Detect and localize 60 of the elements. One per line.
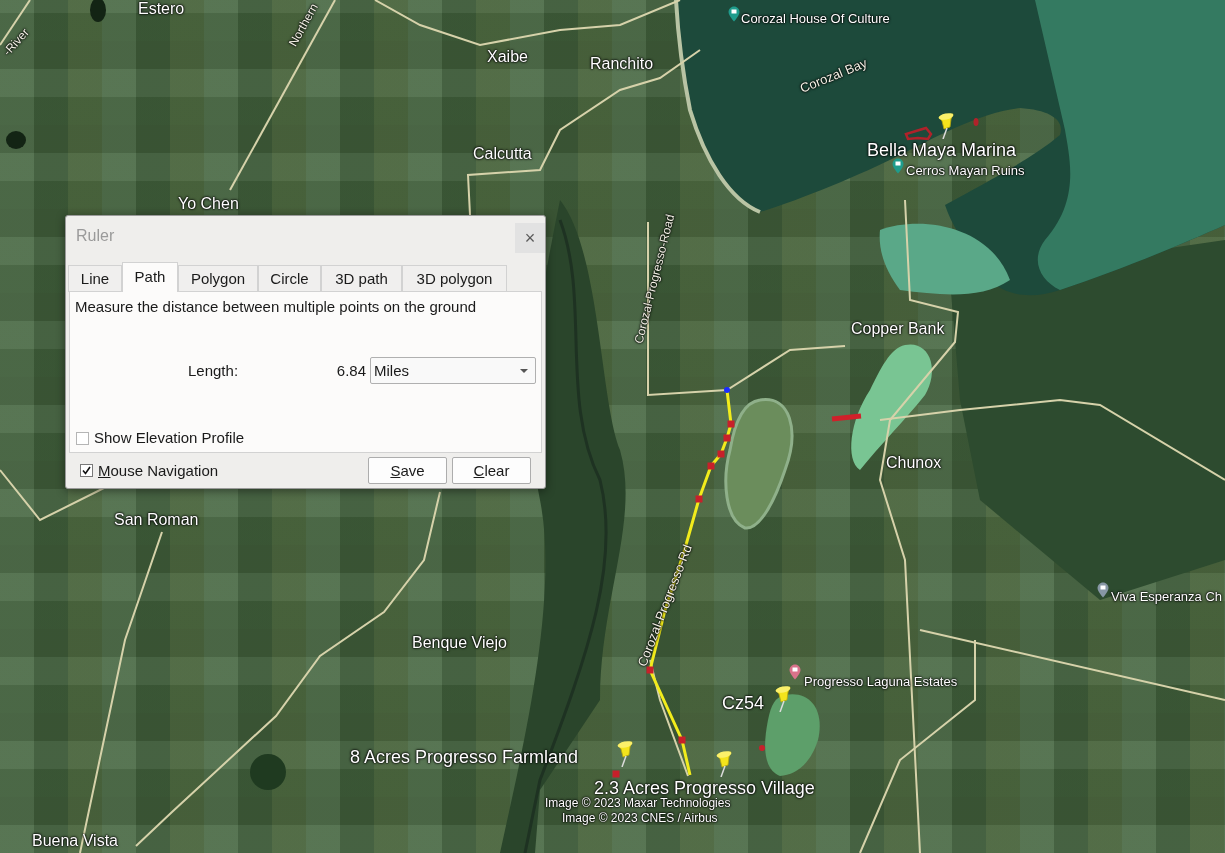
tab[interactable]: Polygon <box>178 265 258 292</box>
pushpin-icon <box>714 751 734 777</box>
pond <box>90 0 106 22</box>
caret-icon <box>520 368 528 373</box>
path-point-icon <box>717 450 725 458</box>
place-label: Yo Chen <box>178 196 239 212</box>
tab[interactable]: 3D polygon <box>402 265 507 292</box>
description-text: Measure the distance between multiple points on the ground <box>75 298 478 316</box>
path-point-icon <box>612 770 620 778</box>
imagery-credit: Image © 2023 CNES / Airbus <box>562 812 718 824</box>
placemark-label: 2.3 Acres Progresso Village <box>594 779 815 797</box>
placemark-label: Bella Maya Marina <box>867 141 1017 159</box>
place-label: Ranchito <box>590 56 654 72</box>
place-label: Chunox <box>886 455 942 471</box>
placemark-label: 8 Acres Progresso Farmland <box>350 748 579 766</box>
pushpin-icon <box>615 741 635 767</box>
poi-label: Cerros Mayan Ruins <box>906 164 1025 177</box>
checkbox-label: Mouse Navigation <box>98 461 219 480</box>
length-label: Length: <box>188 361 240 380</box>
place-label: San Roman <box>114 512 199 528</box>
imagery-credit: Image © 2023 Maxar Technologies <box>545 797 731 809</box>
path-point-icon <box>723 434 731 442</box>
path-point-icon <box>707 462 715 470</box>
pond <box>6 131 26 149</box>
marker-dot-icon <box>759 745 765 751</box>
tab[interactable]: Line <box>68 265 122 292</box>
dialog-button[interactable]: Clear <box>452 457 531 484</box>
measured-segment-line <box>831 413 862 422</box>
place-label: Xaibe <box>487 49 528 65</box>
poi-label: Corozal House Of Culture <box>741 12 890 25</box>
tab[interactable]: Circle <box>258 265 321 292</box>
length-value: 6.84 <box>335 361 366 380</box>
dialog-title: Ruler <box>76 226 115 246</box>
checkmark-icon <box>82 466 91 475</box>
boundary-outline <box>904 126 933 141</box>
tab[interactable]: 3D path <box>321 265 402 292</box>
poi-label: Viva Esperanza Ch <box>1111 590 1223 603</box>
path-point-icon <box>646 666 654 674</box>
path-point-icon <box>678 736 686 744</box>
checkbox[interactable] <box>80 464 93 477</box>
tab[interactable]: Path <box>122 262 178 292</box>
path-point-icon <box>727 420 735 428</box>
close-button[interactable]: × <box>515 223 545 253</box>
path-start-icon <box>724 387 730 393</box>
pushpin-icon <box>773 686 793 712</box>
place-label: Estero <box>138 1 185 17</box>
place-label: Buena Vista <box>32 833 118 849</box>
dialog-button[interactable]: Save <box>368 457 447 484</box>
unit-dropdown[interactable]: Miles <box>370 357 536 384</box>
place-label: Benque Viejo <box>412 635 507 651</box>
place-label: Calcutta <box>473 146 532 162</box>
path-point-icon <box>695 495 703 503</box>
pushpin-icon <box>936 113 956 139</box>
checkbox-label: Show Elevation Profile <box>94 429 245 447</box>
placemark-label: Cz54 <box>722 694 765 712</box>
marker-dot-icon <box>973 118 979 126</box>
checkbox[interactable] <box>76 431 89 445</box>
place-label: Copper Bank <box>851 321 945 337</box>
pond <box>250 754 286 790</box>
poi-label: Progresso Laguna Estates <box>804 675 958 688</box>
